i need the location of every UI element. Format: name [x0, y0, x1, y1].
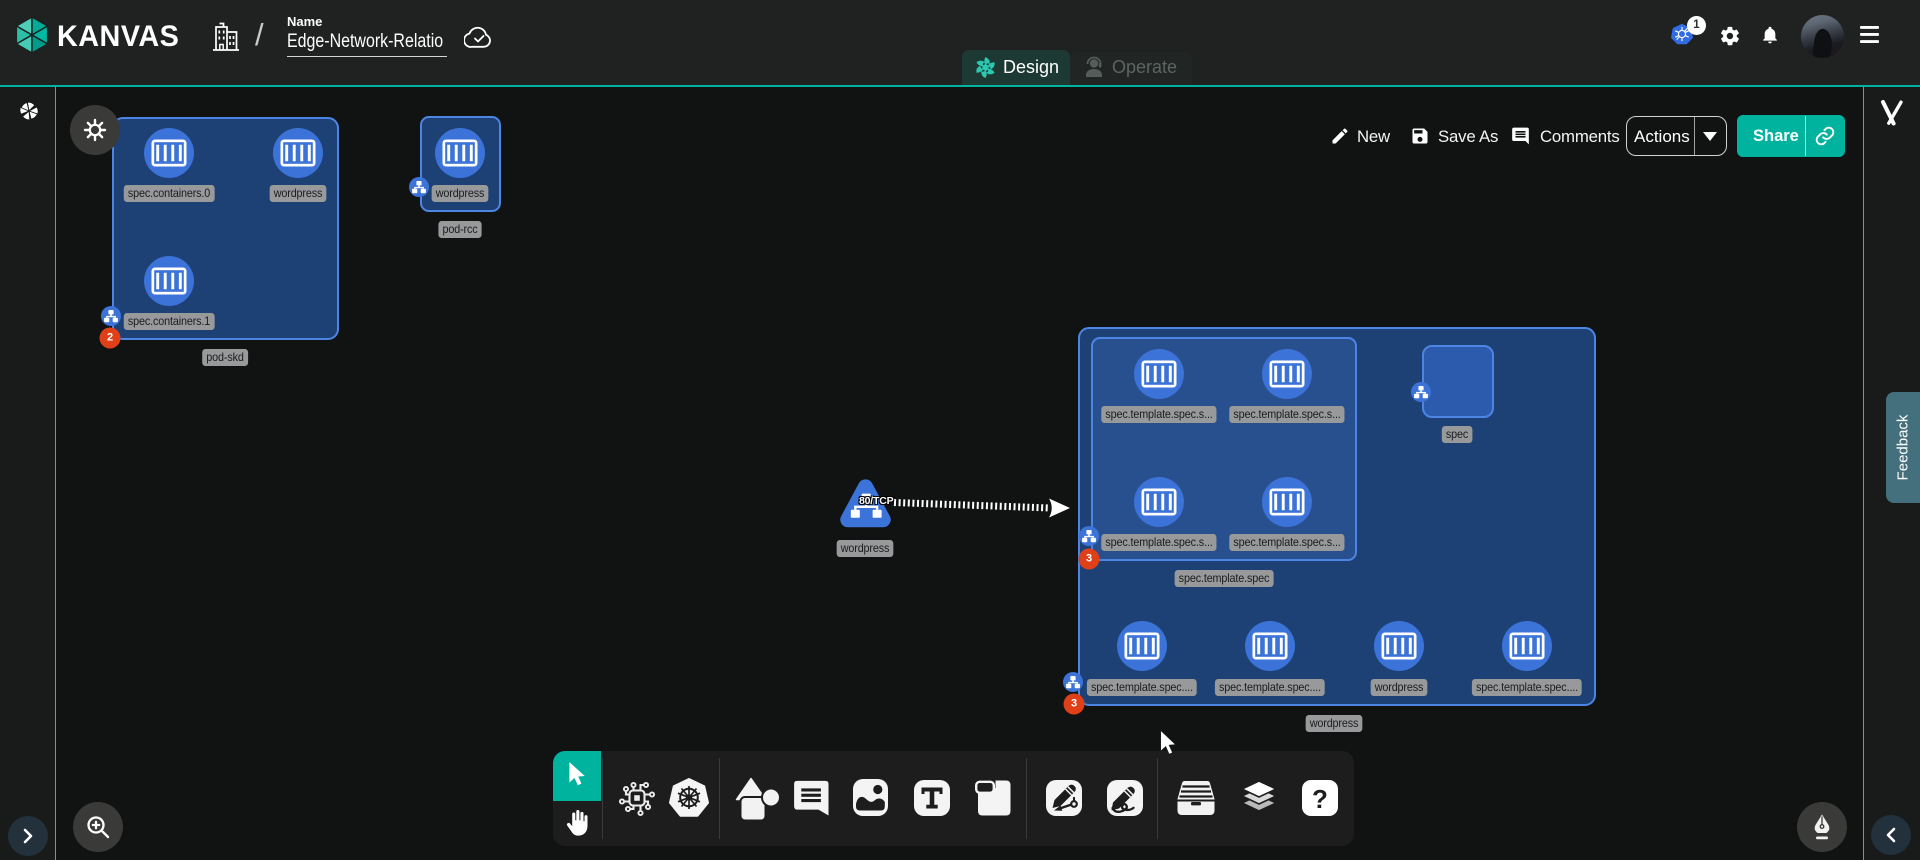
svg-text:?: ?: [1312, 784, 1328, 814]
